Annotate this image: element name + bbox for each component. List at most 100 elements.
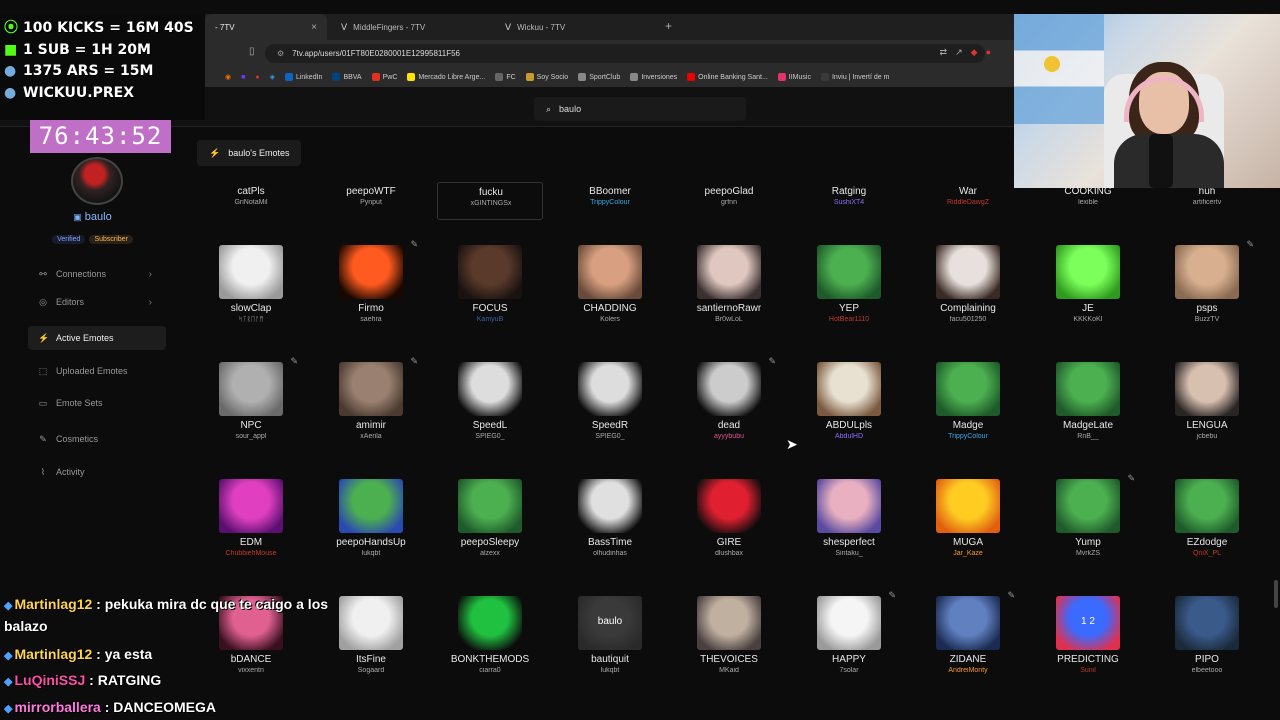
extension-icon[interactable]: ◆ [971, 47, 978, 58]
extension-shortcut-icon[interactable]: ● [255, 74, 259, 81]
emote-card[interactable]: SpeedR SPIEG0_ [557, 356, 663, 454]
sidebar-item-activity[interactable]: ⌇ Activity [28, 460, 166, 484]
emote-card[interactable]: Madge TrippyColour [915, 356, 1021, 454]
promo-text: 100 KICKS = 16M 40S [23, 20, 194, 36]
edit-alias-icon[interactable]: ✎ [410, 239, 418, 250]
bookmark-item[interactable]: LinkedIn [284, 73, 322, 81]
emote-card[interactable]: CHADDING Kolers [557, 239, 663, 337]
emote-card[interactable]: EDM ChubbiehMouse [198, 473, 304, 571]
emote-card[interactable]: Yump MvrkZS ✎ [1035, 473, 1141, 571]
promo-text: 1 SUB = 1H 20M [23, 41, 151, 58]
bookmark-item[interactable]: Mercado Libre Arge... [407, 73, 485, 81]
emote-card[interactable]: EZdodge QniX_PL [1154, 473, 1260, 571]
emote-card[interactable]: slowClap ᛋᛏᚱᛖᚨᛗ [198, 239, 304, 337]
sidebar-item-active-emotes[interactable]: ⚡ Active Emotes [28, 326, 166, 350]
emote-owner: QniX_PL [1192, 550, 1222, 557]
edit-alias-icon[interactable]: ✎ [1246, 239, 1254, 250]
emote-card[interactable]: PIPO elbeetooo [1154, 590, 1260, 688]
activity-icon: ⌇ [40, 466, 46, 477]
emote-card[interactable]: ZIDANE AndreiMonty ✎ [915, 590, 1021, 688]
sidebar-item-emote-sets[interactable]: ▭ Emote Sets [28, 391, 166, 415]
browser-tab[interactable]: ᐯ Wickuu - 7TV [495, 14, 657, 40]
browser-tab-active[interactable]: - 7TV × [205, 14, 327, 40]
extension-shortcut-icon[interactable]: ■ [241, 74, 245, 81]
edit-alias-icon[interactable]: ✎ [768, 356, 776, 367]
extension-shortcut-icon[interactable]: ◉ [225, 73, 231, 81]
emote-card[interactable]: BassTime olhudinhas [557, 473, 663, 571]
bookmark-item[interactable]: FC [495, 73, 516, 81]
search-input[interactable]: ⌕ baulo [534, 97, 746, 121]
bookmark-item[interactable]: PwC [371, 73, 397, 81]
emote-card[interactable]: BONKTHEMODS ciarra0 [437, 590, 543, 688]
edit-alias-icon[interactable]: ✎ [410, 356, 418, 367]
tab-user-emotes[interactable]: ⚡ baulo's Emotes [197, 140, 302, 166]
emote-card[interactable]: peepoSleepy alzexx [437, 473, 543, 571]
emote-name: peepoWTF [346, 186, 396, 197]
emote-card[interactable]: santiernoRawr Br0wLoL [676, 239, 782, 337]
edit-alias-icon[interactable]: ✎ [888, 590, 896, 601]
brush-icon: ✎ [39, 433, 47, 444]
emote-card[interactable]: Ratging SushiXT4 [796, 182, 902, 220]
emote-card[interactable]: peepoHandsUp lukqbt [318, 473, 424, 571]
bolt-icon: ⚡ [38, 332, 50, 343]
emote-card[interactable]: peepoWTF Pynput [318, 182, 424, 220]
emote-name: GIRE [716, 537, 742, 548]
sidebar-item-uploaded-emotes[interactable]: ⬚ Uploaded Emotes [28, 359, 166, 383]
bookmark-item[interactable]: Inviu | Invertí de m [820, 73, 889, 81]
emote-card[interactable]: peepoGlad grfnn [676, 182, 782, 220]
emote-card[interactable]: FOCUS KamyuB [437, 239, 543, 337]
emote-card[interactable]: JE KKKKoKI [1035, 239, 1141, 337]
emote-card[interactable]: 1 2 PREDICTING Sunil [1035, 590, 1141, 688]
emote-card[interactable]: HAPPY 7solar ✎ [796, 590, 902, 688]
emote-card[interactable]: psps BuzzTV ✎ [1154, 239, 1260, 337]
sidebar-item-cosmetics[interactable]: ✎ Cosmetics [28, 427, 166, 451]
verified-badge: Verified [52, 235, 86, 244]
sidebar-item-connections[interactable]: ⚯ Connections › [28, 262, 166, 286]
emote-card[interactable]: dead ayyybubu ✎ [676, 356, 782, 454]
emote-card[interactable]: YEP HotBear1110 [796, 239, 902, 337]
emote-card[interactable]: fucku xGINTINGSx [437, 182, 543, 220]
bookmark-item[interactable]: BBVA [332, 73, 362, 81]
share-icon[interactable]: ↗ [955, 47, 963, 58]
extension-shortcut-icon[interactable]: ◈ [270, 73, 275, 81]
close-tab-icon[interactable]: × [311, 22, 317, 33]
url-field[interactable]: ⚙ 7tv.app/users/01FT80E0280001E12995811F… [265, 44, 985, 63]
emote-card[interactable]: amimir xAerila ✎ [318, 356, 424, 454]
edit-alias-icon[interactable]: ✎ [1127, 473, 1135, 484]
emote-name: LENGUA [1186, 420, 1228, 431]
bookmark-item[interactable]: Inversiones [630, 73, 677, 81]
translate-icon[interactable]: ⇄ [940, 47, 948, 58]
bookmark-item[interactable]: IIMusic [777, 73, 811, 81]
emote-card[interactable]: MadgeLate RnB__ [1035, 356, 1141, 454]
emote-card[interactable]: BBoomer TrippyColour [557, 182, 663, 220]
emote-card[interactable]: ABDULpls AbdulHD [796, 356, 902, 454]
bookmark-item[interactable]: Soy Socio [525, 73, 568, 81]
sidebar-item-editors[interactable]: ◎ Editors › [28, 290, 166, 314]
sidebar-item-label: Uploaded Emotes [56, 366, 128, 376]
emote-card[interactable]: shesperfect Sintaku_ [796, 473, 902, 571]
new-tab-button[interactable]: + [665, 19, 672, 33]
emote-name: ItsFine [355, 654, 386, 665]
emote-name: Madge [952, 420, 984, 431]
emote-card[interactable]: Firmo saehra ✎ [318, 239, 424, 337]
site-info-icon[interactable]: ⚙ [277, 49, 284, 58]
page-scrollbar[interactable] [1274, 580, 1278, 608]
emote-card[interactable]: ItsFine Sogaard [318, 590, 424, 688]
emote-card[interactable]: Complaining facu501250 [915, 239, 1021, 337]
browser-tab[interactable]: ᐯ MiddleFingers - 7TV [331, 14, 493, 40]
edit-alias-icon[interactable]: ✎ [290, 356, 298, 367]
emote-card[interactable]: baulo bautiquit lukqbt [557, 590, 663, 688]
bookmark-icon[interactable]: ▯ [249, 46, 255, 57]
bookmark-item[interactable]: Online Banking Sant... [687, 73, 768, 81]
extension-icon[interactable]: ● [986, 47, 991, 58]
bookmark-item[interactable]: SportClub [578, 73, 620, 81]
emote-card[interactable]: THEVOICES MKaid [676, 590, 782, 688]
emote-card[interactable]: GIRE dlushbax [676, 473, 782, 571]
edit-alias-icon[interactable]: ✎ [1007, 590, 1015, 601]
emote-card[interactable]: MUGA Jar_Kaze [915, 473, 1021, 571]
emote-card[interactable]: SpeedL SPIEG0_ [437, 356, 543, 454]
emote-card[interactable]: catPls GriNotaMil [198, 182, 304, 220]
emote-card[interactable]: NPC sour_appl ✎ [198, 356, 304, 454]
emote-card[interactable]: LENGUA jcbebu [1154, 356, 1260, 454]
emote-card[interactable]: War RiddleDawgZ [915, 182, 1021, 220]
